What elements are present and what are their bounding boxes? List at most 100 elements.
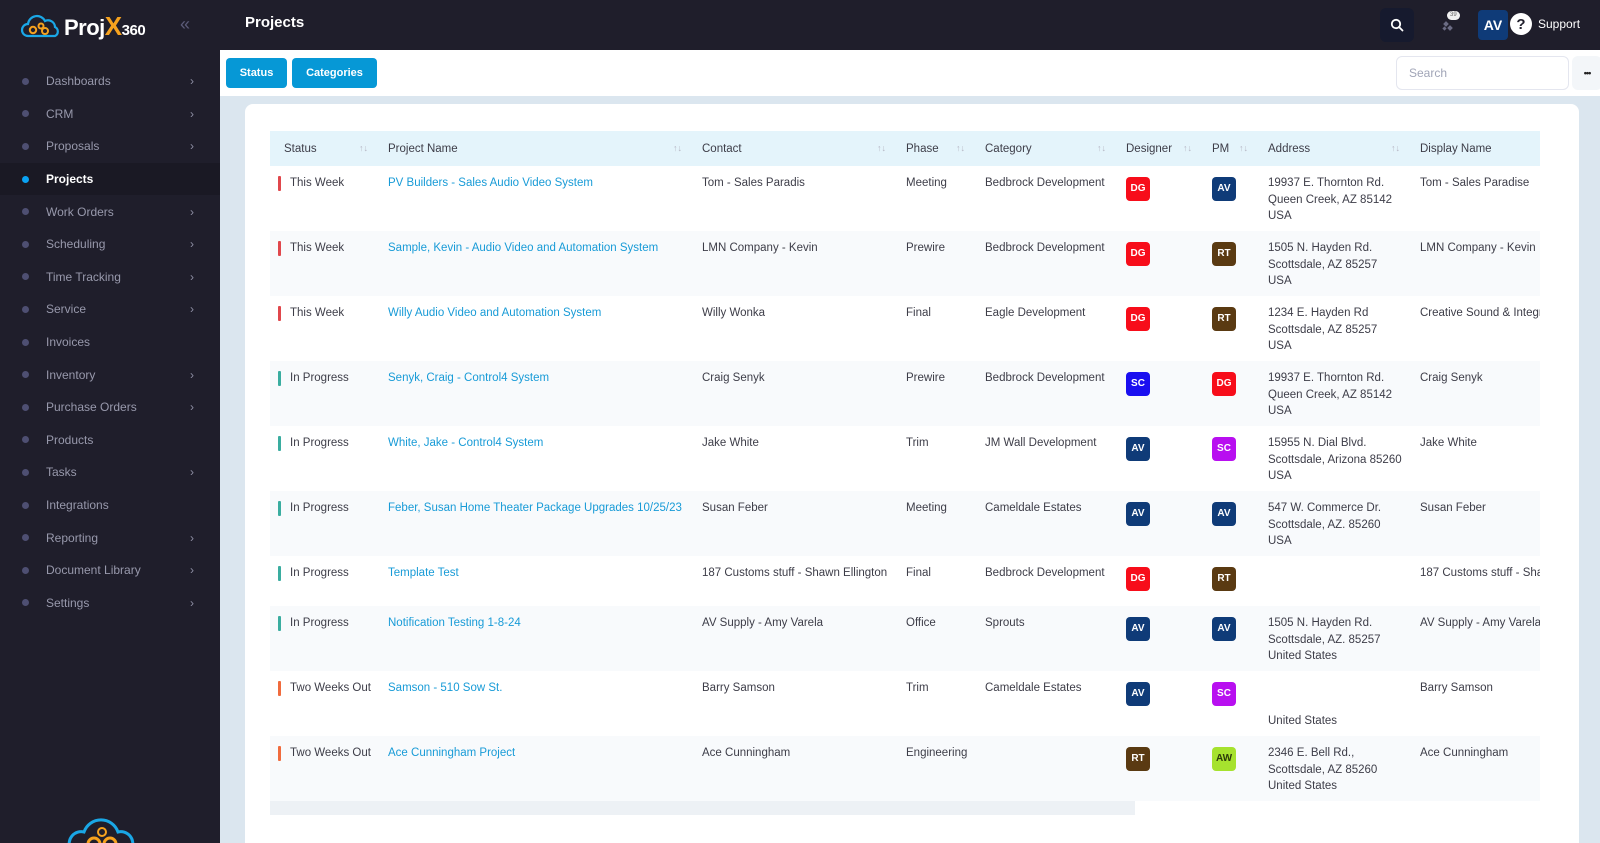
sidebar-item-integrations[interactable]: Integrations [0, 489, 220, 522]
pm-avatar-badge[interactable]: RT [1212, 242, 1236, 266]
pm-avatar-badge[interactable]: AW [1212, 747, 1236, 771]
table-row[interactable]: In Progress Senyk, Craig - Control4 Syst… [270, 361, 1540, 426]
sidebar-item-scheduling[interactable]: Scheduling › [0, 228, 220, 261]
sidebar-item-reporting[interactable]: Reporting › [0, 521, 220, 554]
bullet-icon [22, 436, 29, 444]
column-header-category[interactable]: Category ↑↓ [971, 131, 1112, 166]
column-header-status[interactable]: Status ↑↓ [270, 131, 374, 166]
pm-avatar-badge[interactable]: AV [1212, 617, 1236, 641]
sidebar-item-dashboards[interactable]: Dashboards › [0, 65, 220, 98]
project-link[interactable]: PV Builders - Sales Audio Video System [388, 177, 593, 189]
sidebar-item-crm[interactable]: CRM › [0, 98, 220, 131]
sort-icon[interactable]: ↑↓ [1097, 143, 1106, 153]
project-link[interactable]: Senyk, Craig - Control4 System [388, 372, 549, 384]
display-name-cell: Barry Samson [1420, 682, 1493, 694]
column-header-project-name[interactable]: Project Name ↑↓ [374, 131, 688, 166]
sidebar-item-tasks[interactable]: Tasks › [0, 456, 220, 489]
column-header-pm[interactable]: PM ↑↓ [1198, 131, 1254, 166]
display-name-cell: Craig Senyk [1420, 372, 1483, 384]
designer-avatar-badge[interactable]: DG [1126, 567, 1150, 591]
more-options-button[interactable]: ••• [1572, 56, 1600, 90]
sidebar-item-label: Scheduling [46, 237, 106, 252]
sort-icon[interactable]: ↑↓ [877, 143, 886, 153]
project-link[interactable]: Ace Cunningham Project [388, 747, 515, 759]
pm-avatar-badge[interactable]: DG [1212, 372, 1236, 396]
sidebar-item-invoices[interactable]: Invoices [0, 326, 220, 359]
sort-icon[interactable]: ↑↓ [1239, 143, 1248, 153]
column-header-contact[interactable]: Contact ↑↓ [688, 131, 892, 166]
horizontal-scrollbar[interactable] [270, 801, 1135, 815]
sidebar-item-time-tracking[interactable]: Time Tracking › [0, 261, 220, 294]
sidebar-item-document-library[interactable]: Document Library › [0, 554, 220, 587]
sort-icon[interactable]: ↑↓ [359, 143, 368, 153]
address-line: Queen Creek, AZ 85142 [1268, 388, 1393, 401]
pm-avatar-badge[interactable]: RT [1212, 567, 1236, 591]
table-row[interactable]: Two Weeks Out Ace Cunningham Project Ace… [270, 736, 1540, 801]
sidebar-item-products[interactable]: Products [0, 424, 220, 457]
designer-avatar-badge[interactable]: RT [1126, 747, 1150, 771]
sidebar-item-service[interactable]: Service › [0, 293, 220, 326]
designer-avatar-badge[interactable]: DG [1126, 177, 1150, 201]
pm-avatar-badge[interactable]: SC [1212, 682, 1236, 706]
sidebar-item-projects[interactable]: Projects [0, 162, 220, 196]
column-header-address[interactable]: Address ↑↓ [1254, 131, 1406, 166]
categories-button[interactable]: Categories [292, 58, 377, 88]
sidebar-item-work-orders[interactable]: Work Orders › [0, 195, 220, 228]
table-row[interactable]: In Progress Notification Testing 1-8-24 … [270, 606, 1540, 671]
pm-cell: RT [1198, 231, 1254, 296]
table-row[interactable]: Two Weeks Out Samson - 510 Sow St. Barry… [270, 671, 1540, 736]
designer-cell: DG [1112, 231, 1198, 296]
column-header-phase[interactable]: Phase ↑↓ [892, 131, 971, 166]
collapse-sidebar-icon[interactable]: « [180, 14, 190, 35]
sidebar-item-proposals[interactable]: Proposals › [0, 130, 220, 163]
address-cell: 1505 N. Hayden Rd. Scottsdale, AZ 85257 US… [1254, 231, 1406, 296]
designer-avatar-badge[interactable]: AV [1126, 682, 1150, 706]
table-row[interactable]: This Week Willy Audio Video and Automati… [270, 296, 1540, 361]
table-row[interactable]: In Progress Template Test 187 Customs st… [270, 556, 1540, 606]
status-cell: This Week [270, 231, 374, 296]
designer-avatar-badge[interactable]: DG [1126, 242, 1150, 266]
project-link[interactable]: Samson - 510 Sow St. [388, 682, 502, 694]
app-logo[interactable]: ProjX360 [20, 8, 146, 44]
project-name-cell: Sample, Kevin - Audio Video and Automati… [374, 231, 688, 296]
sidebar-item-purchase-orders[interactable]: Purchase Orders › [0, 391, 220, 424]
sidebar-item-settings[interactable]: Settings › [0, 587, 220, 620]
project-link[interactable]: Feber, Susan Home Theater Package Upgrad… [388, 502, 682, 514]
project-link[interactable]: Sample, Kevin - Audio Video and Automati… [388, 242, 658, 254]
bullet-icon [22, 77, 29, 85]
pm-avatar-badge[interactable]: RT [1212, 307, 1236, 331]
sort-icon[interactable]: ↑↓ [673, 143, 682, 153]
pm-avatar-badge[interactable]: AV [1212, 177, 1236, 201]
global-search-button[interactable] [1380, 8, 1414, 42]
project-link[interactable]: Notification Testing 1-8-24 [388, 617, 521, 629]
pm-avatar-badge[interactable]: AV [1212, 502, 1236, 526]
pm-avatar-badge[interactable]: SC [1212, 437, 1236, 461]
project-link[interactable]: Template Test [388, 567, 459, 579]
table-row[interactable]: In Progress White, Jake - Control4 Syste… [270, 426, 1540, 491]
table-row[interactable]: This Week Sample, Kevin - Audio Video an… [270, 231, 1540, 296]
designer-avatar-badge[interactable]: AV [1126, 502, 1150, 526]
chevron-right-icon: › [190, 595, 194, 610]
sidebar-item-inventory[interactable]: Inventory › [0, 358, 220, 391]
sort-icon[interactable]: ↑↓ [1183, 143, 1192, 153]
project-link[interactable]: White, Jake - Control4 System [388, 437, 543, 449]
search-input[interactable] [1396, 56, 1569, 90]
status-indicator [278, 436, 281, 451]
notifications-button[interactable]: 39 [1432, 8, 1466, 42]
designer-avatar-badge[interactable]: DG [1126, 307, 1150, 331]
phase-cell: Prewire [906, 372, 945, 384]
table-row[interactable]: In Progress Feber, Susan Home Theater Pa… [270, 491, 1540, 556]
designer-avatar-badge[interactable]: SC [1126, 372, 1150, 396]
column-header-display-name[interactable]: Display Name [1406, 131, 1540, 166]
designer-avatar-badge[interactable]: AV [1126, 437, 1150, 461]
pm-cell: SC [1198, 671, 1254, 736]
status-button[interactable]: Status [226, 58, 287, 88]
sort-icon[interactable]: ↑↓ [1391, 143, 1400, 153]
sort-icon[interactable]: ↑↓ [956, 143, 965, 153]
support-button[interactable]: ? Support [1510, 13, 1580, 35]
project-link[interactable]: Willy Audio Video and Automation System [388, 307, 601, 319]
column-header-designer[interactable]: Designer ↑↓ [1112, 131, 1198, 166]
designer-avatar-badge[interactable]: AV [1126, 617, 1150, 641]
user-avatar[interactable]: AV [1478, 10, 1508, 40]
table-row[interactable]: This Week PV Builders - Sales Audio Vide… [270, 166, 1540, 231]
